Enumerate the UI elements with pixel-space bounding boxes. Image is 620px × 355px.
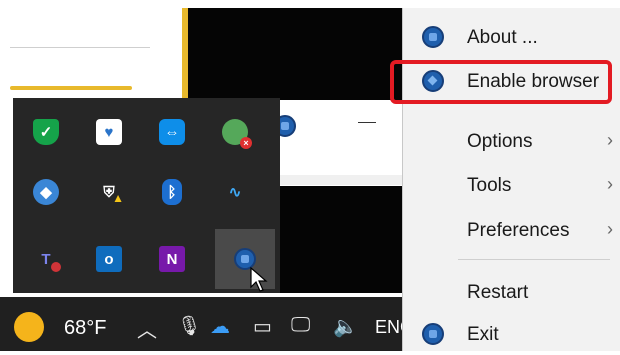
menu-item-label: About ... [467, 27, 538, 48]
microphone-icon[interactable]: 🎙 [177, 314, 201, 338]
onenote-icon: N [159, 246, 185, 272]
teamviewer-icon: ⇔ [159, 119, 185, 145]
security-warning-icon: ⛨ ▲ [103, 183, 124, 206]
tray-item[interactable]: ◆ [16, 162, 76, 222]
outlook-icon: o [96, 246, 122, 272]
highlight-annotation [390, 60, 612, 104]
app-circle-icon [422, 323, 444, 345]
minimize-button[interactable] [358, 122, 376, 123]
vpn-shield-icon: ♥ [96, 119, 122, 145]
app-mini-window [259, 100, 403, 186]
background-accent-button [10, 86, 132, 90]
menu-item-exit[interactable]: Exit [402, 315, 620, 355]
menu-item-options[interactable]: Options › [402, 122, 620, 162]
sync-error-icon: × [222, 119, 252, 149]
tray-item[interactable]: ∿ [205, 162, 265, 222]
tray-item[interactable]: T [16, 229, 76, 289]
weather-temperature[interactable]: 68°F [64, 317, 106, 340]
teams-icon: T [33, 246, 61, 272]
mouse-cursor-icon [250, 267, 268, 292]
background-divider [10, 47, 150, 48]
menu-item-label: Exit [467, 324, 499, 345]
menu-item-tools[interactable]: Tools › [402, 166, 620, 206]
app-mini-window-bottom [259, 175, 403, 185]
menu-item-label: Tools [467, 175, 512, 196]
menu-item-label: Options [467, 131, 533, 152]
shield-check-icon: ✓ [33, 119, 59, 145]
chevron-right-icon: › [607, 174, 613, 194]
menu-item-preferences[interactable]: Preferences › [402, 211, 620, 251]
tray-item[interactable]: ♥ [79, 102, 139, 162]
tray-item[interactable]: ⇔ [142, 102, 202, 162]
menu-item-label: Restart [467, 282, 529, 303]
battery-icon[interactable]: ▭ [253, 314, 272, 339]
background-window [0, 0, 185, 98]
menu-item-restart[interactable]: Restart [402, 273, 620, 313]
volume-icon[interactable]: 🔈 [333, 314, 358, 339]
chevron-right-icon: › [607, 130, 613, 150]
tray-item-active[interactable] [215, 229, 275, 292]
app-circle-icon-inner [281, 122, 289, 130]
network-icon[interactable]: 🖵 [291, 314, 310, 337]
tray-item[interactable]: × [205, 102, 265, 162]
pulse-check-icon: ∿ [228, 184, 242, 201]
onedrive-icon[interactable]: ☁ [210, 314, 230, 339]
weather-sun-icon[interactable] [14, 312, 44, 342]
tray-item[interactable]: o [79, 229, 139, 289]
menu-item-label: Preferences [467, 220, 570, 241]
chevron-up-icon[interactable]: ︿ [137, 314, 157, 343]
tray-item[interactable]: ⛨ ▲ [79, 162, 139, 222]
tray-item[interactable]: N [142, 229, 202, 289]
bluetooth-icon: ᛒ [162, 179, 182, 205]
network-globe-icon: ◆ [33, 179, 59, 205]
chevron-right-icon: › [607, 219, 613, 239]
menu-separator [458, 259, 610, 260]
app-circle-icon [422, 26, 444, 48]
menu-item-about[interactable]: About ... [402, 18, 620, 58]
tray-item[interactable]: ✓ [16, 102, 76, 162]
tray-item[interactable]: ᛒ [142, 162, 202, 222]
tray-overflow-panel: ✓ ♥ ⇔ × ◆ ⛨ ▲ ᛒ ∿ T o N [13, 98, 280, 293]
